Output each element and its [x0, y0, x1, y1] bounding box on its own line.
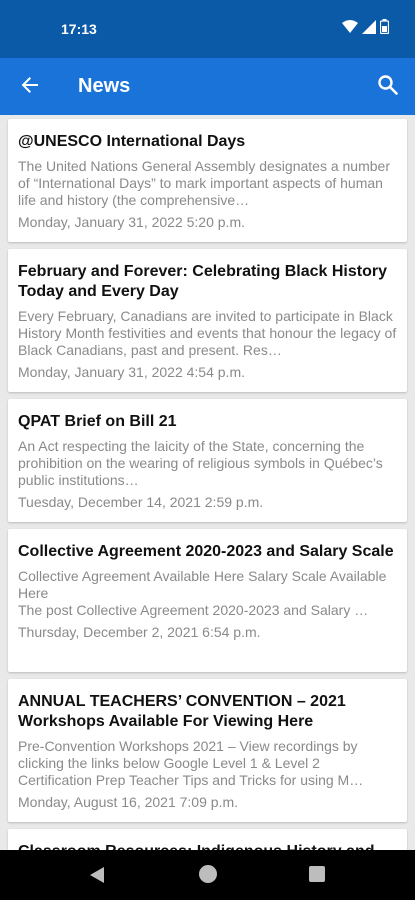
- nav-home-icon[interactable]: [199, 865, 217, 883]
- nav-back-icon[interactable]: [89, 866, 105, 889]
- news-card[interactable]: Classroom Resources: Indigenous History …: [8, 829, 407, 850]
- news-card[interactable]: ANNUAL TEACHERS’ CONVENTION – 2021 Works…: [8, 679, 407, 822]
- status-time: 17:13: [61, 21, 97, 37]
- battery-icon: [379, 19, 390, 39]
- wifi-icon: [342, 19, 358, 39]
- news-title: QPAT Brief on Bill 21: [18, 413, 177, 430]
- search-icon: [377, 74, 398, 100]
- news-title: Classroom Resources: Indigenous History …: [18, 842, 397, 850]
- news-card[interactable]: Collective Agreement 2020-2023 and Salar…: [8, 529, 407, 672]
- news-title: Collective Agreement 2020-2023 and Salar…: [18, 543, 394, 560]
- news-card[interactable]: February and Forever: Celebrating Black …: [8, 249, 407, 392]
- news-title: ANNUAL TEACHERS’ CONVENTION – 2021 Works…: [18, 693, 346, 730]
- news-title: @UNESCO International Days: [18, 133, 246, 150]
- news-excerpt: Pre-Convention Workshops 2021 – View rec…: [18, 738, 364, 788]
- news-title: February and Forever: Celebrating Black …: [18, 263, 387, 300]
- status-bar: 17:13: [0, 0, 415, 58]
- news-excerpt: Collective Agreement Available Here Sala…: [18, 568, 387, 618]
- news-date: Monday, January 31, 2022 4:54 p.m.: [18, 364, 245, 380]
- system-nav-bar: [0, 850, 415, 900]
- signal-icon: [362, 19, 376, 39]
- back-button[interactable]: [10, 68, 50, 106]
- news-excerpt: An Act respecting the laicity of the Sta…: [18, 438, 383, 488]
- nav-recents-icon[interactable]: [309, 866, 325, 882]
- news-card[interactable]: QPAT Brief on Bill 21 An Act respecting …: [8, 399, 407, 522]
- news-date: Monday, August 16, 2021 7:09 p.m.: [18, 794, 239, 810]
- news-card[interactable]: @UNESCO International Days The United Na…: [8, 119, 407, 242]
- news-excerpt: The United Nations General Assembly desi…: [18, 158, 390, 208]
- news-excerpt: Every February, Canadians are invited to…: [18, 308, 397, 358]
- news-date: Monday, January 31, 2022 5:20 p.m.: [18, 214, 245, 230]
- app-bar: News: [0, 58, 415, 115]
- arrow-left-icon: [20, 75, 40, 100]
- news-date: Tuesday, December 14, 2021 2:59 p.m.: [18, 494, 264, 510]
- page-title: News: [78, 75, 131, 97]
- news-date: Thursday, December 2, 2021 6:54 p.m.: [18, 624, 261, 640]
- status-icons: [342, 19, 390, 39]
- search-button[interactable]: [367, 68, 407, 106]
- news-list[interactable]: @UNESCO International Days The United Na…: [0, 115, 415, 850]
